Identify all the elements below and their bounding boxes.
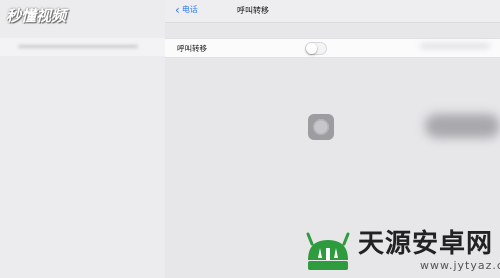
- toggle-knob: [306, 43, 317, 54]
- logo-url: www.jytyaz.com: [420, 258, 500, 272]
- blurred-text: [18, 45, 138, 48]
- logo-text: 天源安卓网: [358, 228, 494, 259]
- assistive-touch-ring: [313, 119, 329, 135]
- blurred-overlay: [425, 114, 500, 138]
- brand-watermark: 秒懂视频: [6, 7, 67, 25]
- site-logo: 天源安卓网 www.jytyaz.com: [302, 226, 500, 274]
- page-title: 呼叫转移: [237, 6, 269, 15]
- chevron-left-icon: ‹: [175, 3, 180, 17]
- blurred-right-content: [420, 43, 490, 49]
- call-forwarding-toggle[interactable]: [305, 42, 327, 55]
- blurred-sidebar-row: [0, 38, 165, 56]
- android-icon: [306, 232, 350, 270]
- sidebar-pane: [0, 0, 165, 278]
- assistive-touch-icon[interactable]: [308, 114, 334, 140]
- back-label: 电话: [181, 5, 198, 14]
- row-label: 呼叫转移: [177, 44, 207, 53]
- navigation-bar: ‹ 电话 呼叫转移: [165, 0, 500, 23]
- back-button[interactable]: ‹ 电话: [175, 4, 198, 16]
